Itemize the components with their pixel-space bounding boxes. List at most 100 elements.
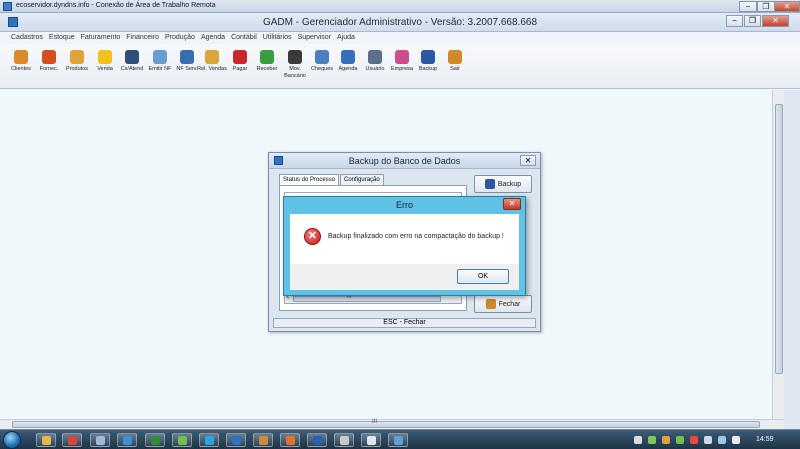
toolbar-button-pay[interactable]: Pagar: [225, 48, 255, 73]
vertical-scrollbar[interactable]: [772, 90, 784, 419]
toolbar-button-cashier[interactable]: Cx/Atend: [117, 48, 147, 73]
backup-button-label: Backup: [497, 180, 522, 188]
tray-icon-1[interactable]: [634, 436, 642, 444]
firefox-icon: [286, 436, 295, 445]
toolbar-button-user[interactable]: Usuário: [360, 48, 390, 73]
taskbar-item-excel[interactable]: [145, 433, 165, 447]
taskbar-item-archive[interactable]: [253, 433, 273, 447]
tray-icon-4[interactable]: [676, 436, 684, 444]
horizontal-scrollbar[interactable]: III: [0, 419, 784, 429]
toolbar-button-backup[interactable]: Backup: [413, 48, 443, 73]
backup-button[interactable]: Backup: [474, 175, 532, 193]
taskbar-item-skype[interactable]: [199, 433, 219, 447]
app-titlebar: GADM - Gerenciador Administrativo - Vers…: [0, 13, 800, 32]
menu-estoque[interactable]: Estoque: [46, 32, 78, 44]
skype-icon: [205, 436, 214, 445]
toolbar-button-exit[interactable]: Sair: [440, 48, 470, 73]
tray-icon-3[interactable]: [662, 436, 670, 444]
tab-status-do-processo[interactable]: Status do Processo: [279, 174, 340, 185]
error-icon: ✕: [304, 228, 321, 245]
toolbar-button-calendar[interactable]: Agenda: [333, 48, 363, 73]
pay-icon: [233, 50, 247, 64]
toolbar-label: Clientes: [11, 66, 31, 72]
company-icon: [395, 50, 409, 64]
toolbar-label: Emitir NF: [148, 66, 172, 72]
menu-agenda[interactable]: Agenda: [198, 32, 228, 44]
vertical-scroll-thumb[interactable]: [775, 104, 783, 374]
main-toolbar: Clientes Fornec. Produtos Venda Cx/Atend Emit…: [0, 44, 800, 89]
exit-door-icon: [485, 299, 496, 309]
menu-supervisor[interactable]: Supervisor: [295, 32, 334, 44]
settings-icon: [340, 436, 349, 445]
ok-button[interactable]: OK: [457, 269, 509, 284]
menu-ajuda[interactable]: Ajuda: [334, 32, 358, 44]
taskbar-clock[interactable]: 14:59: [756, 436, 774, 443]
taskbar-item-word[interactable]: [307, 433, 327, 447]
toolbar-label: Cx/Atend: [120, 66, 144, 72]
close-button[interactable]: Fechar: [474, 295, 532, 313]
taskbar-item-window[interactable]: [361, 433, 381, 447]
backup-dialog-close-button[interactable]: ✕: [520, 155, 536, 166]
toolbar-button-invoice[interactable]: Emitir NF: [145, 48, 175, 73]
windows-taskbar: 14:59: [0, 429, 800, 449]
cashier-icon: [125, 50, 139, 64]
menu-producao[interactable]: Produção: [162, 32, 198, 44]
app-title: GADM - Gerenciador Administrativo - Vers…: [262, 17, 538, 28]
tray-icon-5[interactable]: [690, 436, 698, 444]
menu-financeiro[interactable]: Financeiro: [123, 32, 162, 44]
horizontal-scroll-grip: III: [372, 419, 378, 425]
toolbar-button-receive[interactable]: Receber: [252, 48, 282, 73]
horizontal-scroll-thumb[interactable]: [12, 421, 760, 428]
archive-icon: [259, 436, 268, 445]
taskbar-item-arrow[interactable]: [172, 433, 192, 447]
sale-icon: [98, 50, 112, 64]
rdp-close-button[interactable]: ✕: [774, 1, 800, 12]
toolbar-button-sales-report[interactable]: Rel. Vendas: [197, 48, 227, 73]
arrow-icon: [178, 436, 187, 445]
toolbar-button-bank[interactable]: Mov. Bancário: [280, 48, 310, 80]
toolbar-button-products[interactable]: Produtos: [62, 48, 92, 73]
tray-icon-2[interactable]: [648, 436, 656, 444]
tab-configuracao[interactable]: Configuração: [340, 174, 384, 185]
menu-utilitarios[interactable]: Utilitários: [260, 32, 295, 44]
excel-icon: [151, 436, 160, 445]
app-icon: [96, 436, 105, 445]
toolbar-button-clients[interactable]: Clientes: [6, 48, 36, 73]
exit-icon: [448, 50, 462, 64]
taskbar-item-settings[interactable]: [334, 433, 354, 447]
menu-contabil[interactable]: Contábil: [228, 32, 260, 44]
taskbar-item-remote-desktop[interactable]: [388, 433, 408, 447]
volume-icon[interactable]: [732, 436, 740, 444]
menu-cadastros[interactable]: Cadastros: [8, 32, 46, 44]
network-status-icon[interactable]: [718, 436, 726, 444]
taskbar-item-firefox[interactable]: [280, 433, 300, 447]
backup-tabs: Status do Processo Configuração: [279, 174, 385, 185]
toolbar-button-supplier[interactable]: Fornec.: [34, 48, 64, 73]
taskbar-item-app[interactable]: [90, 433, 110, 447]
start-button[interactable]: [3, 431, 21, 449]
taskbar-item-ie[interactable]: [117, 433, 137, 447]
app-maximize-button[interactable]: ❐: [744, 15, 761, 27]
network-icon[interactable]: [704, 436, 712, 444]
ie-icon: [123, 436, 132, 445]
sales-report-icon: [205, 50, 219, 64]
toolbar-label: Venda: [97, 66, 113, 72]
chrome-icon: [68, 436, 77, 445]
app-minimize-button[interactable]: −: [726, 15, 743, 27]
toolbar-button-sale[interactable]: Venda: [90, 48, 120, 73]
error-dialog-close-button[interactable]: ✕: [503, 198, 521, 210]
menu-faturamento[interactable]: Faturamento: [78, 32, 124, 44]
log-scroll-thumb[interactable]: [293, 296, 441, 302]
backup-icon: [421, 50, 435, 64]
app-close-button[interactable]: ✕: [762, 15, 789, 27]
taskbar-item-gadm[interactable]: [226, 433, 246, 447]
error-dialog: Erro ✕ ✕ Backup finalizado com erro na c…: [283, 196, 526, 296]
taskbar-item-chrome[interactable]: [62, 433, 82, 447]
menu-bar: Cadastros Estoque Faturamento Financeiro Pro…: [0, 32, 800, 44]
rdp-minimize-button[interactable]: −: [739, 1, 757, 12]
taskbar-item-folder[interactable]: [36, 433, 56, 447]
toolbar-label: Rel. Vendas: [197, 66, 227, 72]
remote-desktop-icon: [394, 436, 403, 445]
rdp-restore-button[interactable]: ❐: [757, 1, 775, 12]
floppy-icon: [484, 179, 495, 189]
